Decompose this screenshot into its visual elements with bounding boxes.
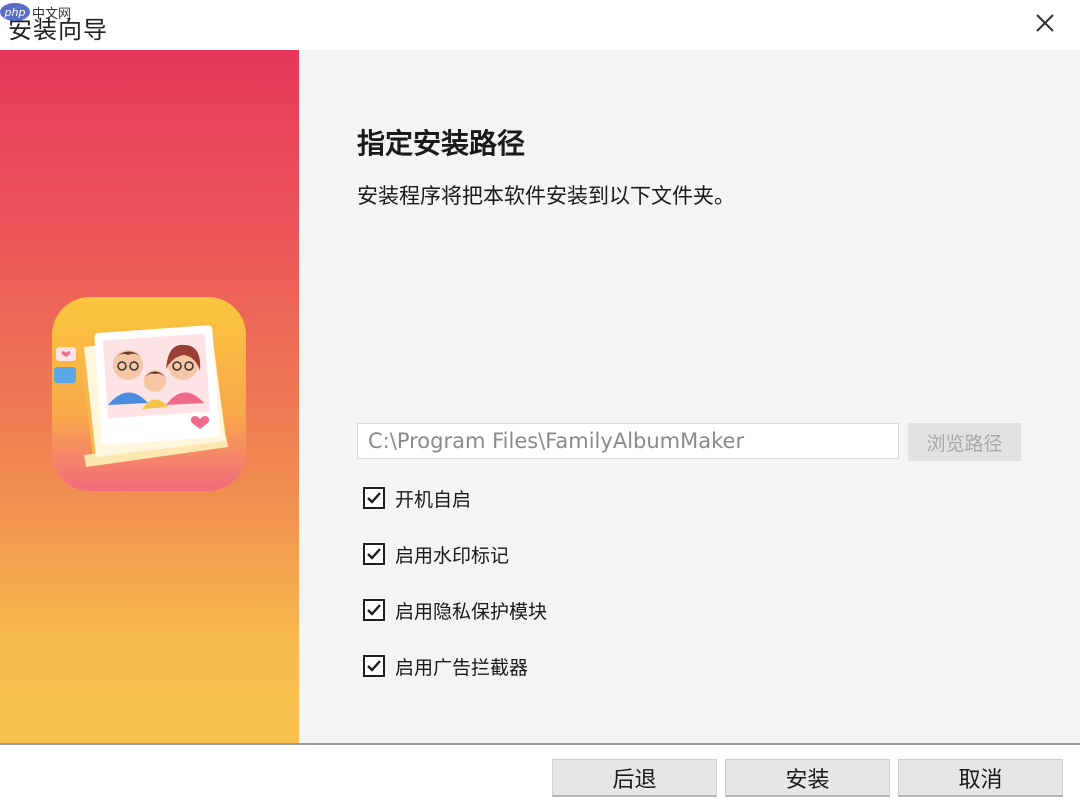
checkmark-icon xyxy=(367,604,381,616)
watermark: php 中文网 xyxy=(0,0,71,24)
side-banner xyxy=(0,50,299,743)
install-button[interactable]: 安装 xyxy=(725,759,890,797)
install-path-input[interactable] xyxy=(357,423,899,459)
page-description: 安装程序将把本软件安装到以下文件夹。 xyxy=(357,184,735,208)
checkmark-icon xyxy=(367,548,381,560)
autostart-label: 开机自启 xyxy=(395,488,472,511)
page-heading: 指定安装路径 xyxy=(357,127,526,160)
content-panel: 指定安装路径 安装程序将把本软件安装到以下文件夹。 浏览路径 开机自启 启用水印… xyxy=(299,50,1080,743)
family-album-app-icon xyxy=(52,297,246,491)
footer-bar: 后退 安装 取消 xyxy=(0,745,1080,811)
back-button[interactable]: 后退 xyxy=(552,759,717,797)
watermark-text: 中文网 xyxy=(32,6,72,22)
privacy-checkbox[interactable] xyxy=(363,599,385,621)
watermark-logo: php xyxy=(0,3,30,21)
close-icon xyxy=(1036,14,1054,32)
privacy-label: 启用隐私保护模块 xyxy=(395,600,548,623)
checkmark-icon xyxy=(367,660,381,672)
adblock-label: 启用广告拦截器 xyxy=(395,656,529,679)
browse-path-button[interactable]: 浏览路径 xyxy=(908,423,1021,461)
option-privacy[interactable]: 启用隐私保护模块 xyxy=(363,595,547,625)
watermark-label: 启用水印标记 xyxy=(395,544,510,567)
close-button[interactable] xyxy=(1030,8,1060,38)
option-adblock[interactable]: 启用广告拦截器 xyxy=(363,651,528,681)
option-autostart[interactable]: 开机自启 xyxy=(363,483,471,513)
watermark-checkbox[interactable] xyxy=(363,543,385,565)
option-watermark[interactable]: 启用水印标记 xyxy=(363,539,509,569)
checkmark-icon xyxy=(367,492,381,504)
adblock-checkbox[interactable] xyxy=(363,655,385,677)
title-bar: 安装向导 php 中文网 xyxy=(0,0,1080,50)
cancel-button[interactable]: 取消 xyxy=(898,759,1063,797)
autostart-checkbox[interactable] xyxy=(363,487,385,509)
